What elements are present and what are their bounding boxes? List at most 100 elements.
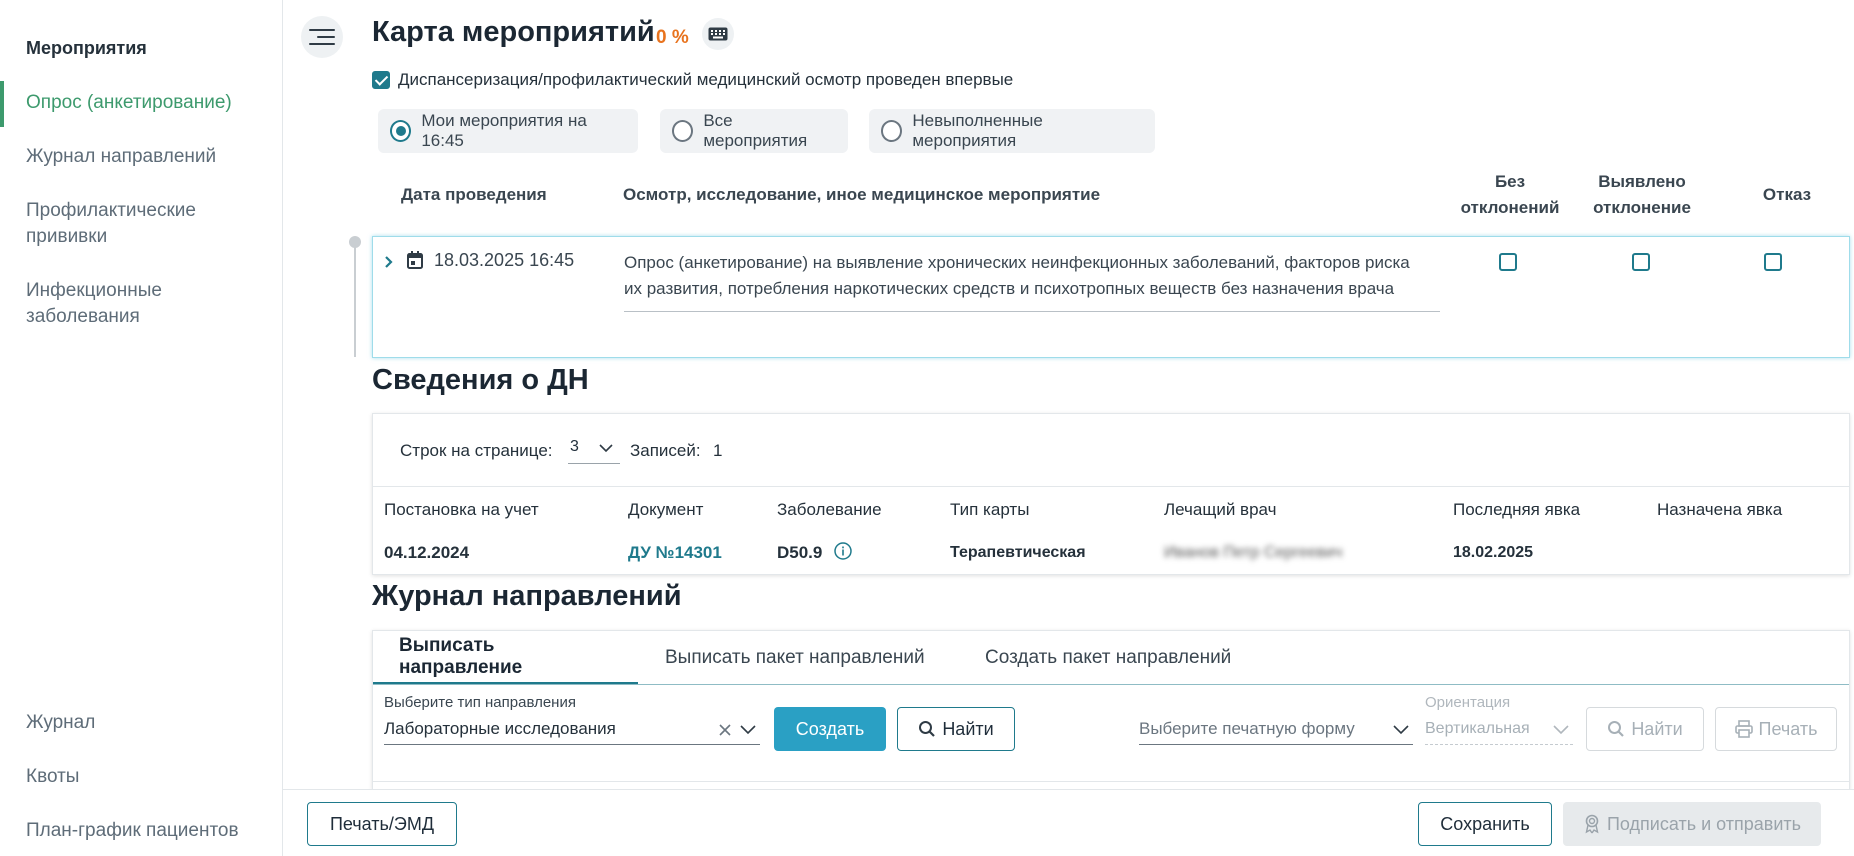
- find-disabled-button[interactable]: Найти: [1586, 707, 1704, 751]
- event-description-underline: [624, 311, 1440, 312]
- orientation-label: Ориентация: [1425, 694, 1511, 711]
- col-no-deviation-header: Без отклонений: [1450, 169, 1570, 221]
- dn-section-title: Сведения о ДН: [372, 364, 589, 396]
- search-icon: [919, 721, 936, 737]
- tabs-divider: [373, 684, 1849, 685]
- orientation-value: Вертикальная: [1425, 720, 1530, 737]
- info-icon[interactable]: [833, 541, 853, 561]
- sidebar-item-journal[interactable]: Журнал: [26, 710, 266, 736]
- records-label: Записей:: [630, 441, 701, 460]
- document-link[interactable]: ДУ №14301: [628, 543, 722, 563]
- journal-section-title: Журнал направлений: [372, 580, 682, 612]
- sign-send-button[interactable]: Подписать и отправить: [1563, 802, 1821, 846]
- col-last-visit-header: Последняя явка: [1453, 500, 1581, 519]
- sidebar-item-survey[interactable]: Опрос (анкетирование): [26, 90, 266, 116]
- filter-label: Невыполненные мероприятия: [912, 111, 1043, 150]
- col-document-header: Документ: [628, 500, 704, 519]
- print-disabled-button[interactable]: Печать: [1715, 707, 1837, 751]
- col-disease-header: Заболевание: [777, 500, 882, 519]
- chevron-down-icon: [599, 444, 613, 453]
- event-row-card: 18.03.2025 16:45 Опрос (анкетирование) н…: [372, 236, 1850, 358]
- create-button[interactable]: Создать: [774, 707, 886, 751]
- page-title: Карта мероприятий: [372, 16, 655, 48]
- rows-per-page-value: 3: [570, 438, 579, 455]
- col-deviation-line2: отклонение: [1593, 198, 1691, 217]
- filter-all-events[interactable]: Все мероприятия: [660, 109, 848, 153]
- col-doctor-header: Лечащий врач: [1164, 500, 1277, 519]
- search-icon: [1608, 721, 1625, 737]
- col-registered-header: Постановка на учет: [384, 500, 539, 519]
- col-deviation-header: Выявлено отклонение: [1580, 169, 1704, 221]
- print-form-select[interactable]: Выберите печатную форму: [1139, 715, 1413, 745]
- journal-divider: [373, 781, 1849, 782]
- sidebar-item-referral-journal[interactable]: Журнал направлений: [26, 144, 266, 170]
- sidebar-item-quotas[interactable]: Квоты: [26, 764, 266, 790]
- chevron-right-icon[interactable]: [383, 255, 395, 269]
- menu-toggle-button[interactable]: [301, 16, 343, 58]
- tab-create-referral-package[interactable]: Создать пакет направлений: [959, 631, 1257, 684]
- referral-type-select[interactable]: Лабораторные исследования: [384, 715, 760, 745]
- print-emd-button[interactable]: Печать/ЭМД: [307, 802, 457, 846]
- col-no-deviation-line2: отклонений: [1460, 198, 1560, 217]
- tab-issue-referral[interactable]: Выписать направление: [373, 631, 638, 684]
- col-no-deviation-line1: Без: [1494, 172, 1526, 191]
- journal-card: Выписать направление Выписать пакет напр…: [372, 630, 1850, 790]
- event-description-line1: Опрос (анкетирование) на выявление хрони…: [624, 253, 1410, 272]
- doctor-name: Иванов Петр Сергеевич: [1164, 544, 1343, 561]
- referral-type-value: Лабораторные исследования: [384, 719, 616, 738]
- event-description: Опрос (анкетирование) на выявление хрони…: [624, 250, 1474, 302]
- footer-bar: Печать/ЭМД Сохранить Подписать и отправи…: [283, 789, 1854, 856]
- col-event-header: Осмотр, исследование, иное медицинское м…: [623, 185, 1101, 204]
- sign-send-label: Подписать и отправить: [1606, 813, 1802, 834]
- find-button-label: Найти: [942, 718, 994, 739]
- hamburger-icon: [309, 29, 335, 31]
- hamburger-icon-line: [317, 36, 335, 38]
- find-disabled-label: Найти: [1631, 718, 1683, 739]
- certificate-icon: [1585, 814, 1599, 834]
- referral-type-label: Выберите тип направления: [384, 694, 576, 711]
- tab-issue-referral-package[interactable]: Выписать пакет направлений: [639, 631, 951, 684]
- sidebar-item-vaccinations[interactable]: Профилактические прививки: [26, 198, 226, 250]
- hamburger-icon-line: [309, 43, 335, 45]
- sidebar-heading: Мероприятия: [26, 38, 147, 58]
- card-type: Терапевтическая: [950, 544, 1086, 561]
- filter-label: Мои мероприятия на 16:45: [421, 111, 587, 150]
- orientation-select[interactable]: Вертикальная: [1425, 715, 1573, 745]
- filter-unfinished-events[interactable]: Невыполненные мероприятия: [869, 109, 1155, 153]
- deviation-checkbox[interactable]: [1632, 253, 1650, 271]
- filter-my-events[interactable]: Мои мероприятия на 16:45: [378, 109, 638, 153]
- sidebar: Мероприятия Опрос (анкетирование) Журнал…: [0, 0, 283, 856]
- radio-icon: [881, 120, 903, 142]
- chevron-down-icon: [740, 725, 756, 735]
- radio-icon: [672, 120, 694, 142]
- sidebar-active-indicator: [0, 81, 4, 127]
- keyboard-button[interactable]: [702, 18, 734, 50]
- printer-icon: [1734, 720, 1753, 738]
- no-deviation-checkbox[interactable]: [1499, 253, 1517, 271]
- refusal-checkbox[interactable]: [1764, 253, 1782, 271]
- sidebar-item-patient-schedule[interactable]: План-график пациентов: [26, 818, 266, 844]
- first-exam-checkbox-row[interactable]: Диспансеризация/профилактический медицин…: [372, 70, 1013, 90]
- col-deviation-line1: Выявлено: [1598, 172, 1686, 191]
- sidebar-item-infectious-diseases[interactable]: Инфекционные заболевания: [26, 278, 206, 330]
- print-form-placeholder: Выберите печатную форму: [1139, 719, 1355, 738]
- radio-selected-icon: [390, 120, 412, 142]
- col-refusal-header: Отказ: [1762, 185, 1812, 204]
- filter-label: Все мероприятия: [703, 111, 808, 150]
- dn-divider: [373, 486, 1849, 487]
- first-exam-label: Диспансеризация/профилактический медицин…: [398, 70, 1014, 89]
- keyboard-icon: [708, 27, 728, 41]
- clear-icon[interactable]: [718, 723, 732, 737]
- col-card-type-header: Тип карты: [950, 500, 1030, 519]
- records-count: 1: [713, 441, 723, 460]
- last-visit-date: 18.02.2025: [1453, 544, 1534, 561]
- registered-date: 04.12.2024: [384, 543, 470, 562]
- timeline-line: [354, 247, 356, 357]
- find-button[interactable]: Найти: [897, 707, 1015, 751]
- col-date-header: Дата проведения: [401, 185, 547, 204]
- disease-code: D50.9: [777, 543, 823, 562]
- save-button[interactable]: Сохранить: [1418, 802, 1552, 846]
- first-exam-checkbox[interactable]: [372, 71, 390, 89]
- progress-percent: 0 %: [656, 27, 689, 48]
- rows-per-page-select[interactable]: 3: [568, 436, 620, 464]
